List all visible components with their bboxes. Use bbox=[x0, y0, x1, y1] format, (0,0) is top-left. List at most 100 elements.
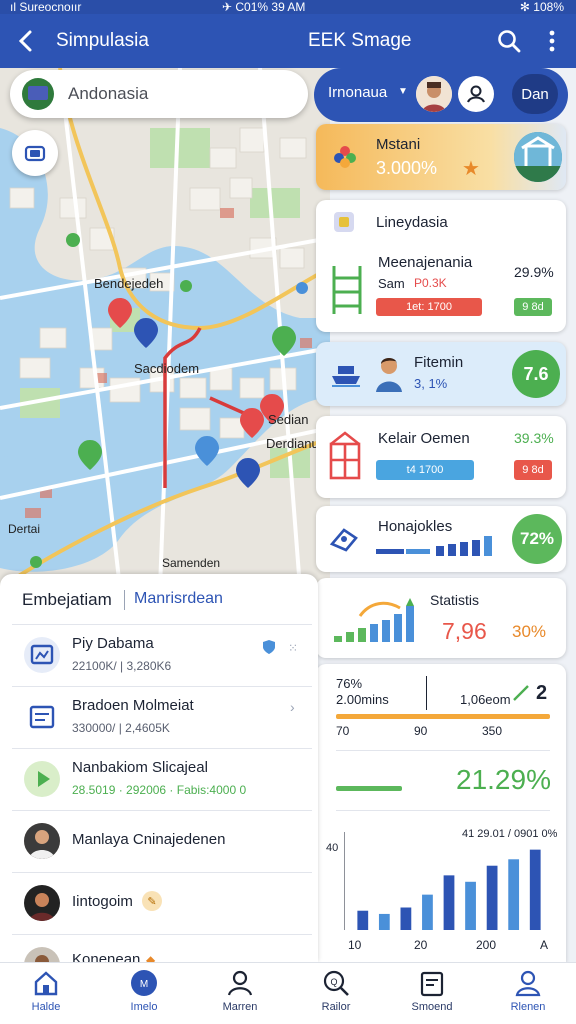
account-switcher[interactable]: Irnonaua ▼ Dan bbox=[314, 68, 568, 122]
status-chip: 9 8d bbox=[514, 460, 552, 480]
card-title: Mstani bbox=[376, 136, 421, 153]
tab-divider bbox=[124, 590, 125, 610]
avatar bbox=[374, 354, 404, 392]
statistics-card[interactable]: Statistis 7,96 30% bbox=[316, 578, 566, 658]
metric-mid: 1,06eom bbox=[460, 692, 511, 707]
chevron-right-icon[interactable]: › bbox=[290, 699, 295, 715]
list-item[interactable]: Manlaya Cninajedenen bbox=[12, 810, 312, 872]
facility-card[interactable]: Kelair Oemen 39.3% t4 1700 9 8d bbox=[316, 416, 566, 498]
metric-line: 2.00mins bbox=[336, 692, 389, 707]
list-item-sub: 28.5019 · 292006 · Fabis:4000 0 bbox=[72, 783, 247, 797]
app-title: Simpulasia bbox=[56, 30, 149, 51]
grid-icon[interactable]: ⁙ bbox=[288, 641, 298, 655]
svg-text:Q: Q bbox=[330, 977, 337, 987]
map-label: Dertai bbox=[8, 522, 41, 536]
status-bar: ıl Sureocnoıır ✈ C01% 39 AM ✻ 108% bbox=[0, 0, 576, 14]
metrics-card[interactable]: 76% 2.00mins 1,06eom 2 70 90 350 21.29% … bbox=[316, 664, 566, 962]
nav-label: Smoend bbox=[411, 1001, 453, 1013]
summary-card[interactable]: Mstani 3.000% ★ bbox=[316, 124, 566, 190]
nav-info[interactable]: M Imelo bbox=[106, 969, 182, 1013]
list-item[interactable]: Piy Dabama 22100K/ | 3,280K6 ⁙ bbox=[12, 624, 312, 686]
calendar-icon bbox=[420, 971, 444, 997]
x-tick-label: 200 bbox=[476, 938, 497, 952]
location-search[interactable]: Andonasia bbox=[10, 70, 308, 118]
sign-icon bbox=[328, 524, 360, 554]
app-bar: Simpulasia EEK Smage bbox=[0, 14, 576, 68]
progress-bars bbox=[376, 534, 500, 556]
nav-label: Marren bbox=[222, 1001, 258, 1013]
nav-calendar[interactable]: Smoend bbox=[394, 969, 470, 1013]
tab-embejatiam[interactable]: Embejatiam bbox=[22, 590, 112, 610]
status-left: ıl Sureocnoıır bbox=[10, 0, 82, 14]
nav-home[interactable]: Halde bbox=[8, 969, 84, 1013]
person-icon bbox=[227, 970, 253, 996]
nav-search[interactable]: Q Railor bbox=[298, 969, 374, 1013]
avatar bbox=[24, 823, 60, 859]
progress-card[interactable]: Honajokles 72% bbox=[316, 506, 566, 572]
metric-tick: 70 bbox=[336, 724, 350, 738]
page-title: EEK Smage bbox=[308, 30, 412, 51]
metric-tick: 350 bbox=[482, 724, 503, 738]
card-sub: 3, 1% bbox=[414, 376, 448, 391]
bar bbox=[357, 910, 369, 930]
chevron-down-icon[interactable]: ▼ bbox=[398, 86, 408, 97]
status-chip: t4 1700 bbox=[376, 460, 474, 480]
card-title: Honajokles bbox=[378, 518, 453, 535]
nav-label: Railor bbox=[321, 1001, 351, 1013]
stat-value: 7,96 bbox=[442, 618, 487, 644]
avatar bbox=[24, 885, 60, 921]
list-item[interactable]: Iintogoim ✎ bbox=[12, 872, 312, 934]
metric-bar bbox=[336, 714, 550, 719]
list-item[interactable]: Bradoen Molmeiat 330000/ | 2,4605K › bbox=[12, 686, 312, 748]
back-icon[interactable] bbox=[14, 26, 38, 56]
layers-button[interactable] bbox=[12, 130, 58, 176]
card-title: Meenajenania bbox=[378, 254, 473, 271]
tab-manrisrdean[interactable]: Manrisrdean bbox=[134, 590, 223, 608]
x-tick-label: A bbox=[540, 938, 549, 952]
mini-chart bbox=[330, 594, 424, 644]
green-progress bbox=[336, 786, 402, 791]
list-item-sub: 330000/ | 2,4605K bbox=[72, 721, 170, 735]
dataset-card[interactable]: Lineydasia Meenajenania Sam P0.3K 29.9% … bbox=[316, 200, 566, 332]
app-icon bbox=[24, 637, 60, 673]
bar bbox=[400, 907, 412, 930]
score-badge: 7.6 bbox=[512, 350, 560, 398]
trend-icon bbox=[512, 684, 530, 702]
map-label: Samenden bbox=[162, 556, 221, 570]
search-icon[interactable] bbox=[496, 28, 522, 54]
card-title: Kelair Oemen bbox=[378, 430, 470, 447]
list-item[interactable]: Konenean ◆ bbox=[12, 934, 312, 962]
account-name[interactable]: Irnonaua bbox=[328, 84, 387, 101]
y-axis-label: 40 bbox=[326, 842, 339, 854]
nav-profile[interactable]: Marren bbox=[202, 969, 278, 1013]
search-input[interactable]: Andonasia bbox=[68, 84, 148, 104]
done-button[interactable]: Dan bbox=[512, 74, 558, 114]
avatar[interactable] bbox=[416, 76, 452, 112]
metric-line: 76% bbox=[336, 676, 363, 691]
nav-label: Imelo bbox=[130, 1001, 158, 1013]
card-sub: Sam bbox=[378, 276, 405, 291]
list-item-name: Konenean bbox=[72, 951, 141, 962]
metric-divider bbox=[426, 676, 427, 710]
bar bbox=[465, 881, 476, 930]
account-icon bbox=[515, 970, 541, 997]
nav-account[interactable]: Rlenen bbox=[490, 969, 566, 1013]
list-item-sub: 22100K/ | 3,280K6 bbox=[72, 659, 172, 673]
status-chip: 1et: 1700 bbox=[376, 298, 482, 316]
list-item[interactable]: Nanbakiom Slicajeal 28.5019 · 292006 · F… bbox=[12, 748, 312, 810]
user-icon[interactable] bbox=[458, 76, 494, 112]
status-right: ✻ 108% bbox=[519, 0, 564, 14]
landmark-thumbnail bbox=[514, 132, 562, 182]
card-pct: 39.3% bbox=[514, 430, 554, 446]
score-badge: 72% bbox=[512, 514, 562, 564]
metric-tick: 90 bbox=[414, 724, 428, 738]
x-tick-label: 20 bbox=[414, 938, 428, 952]
more-options-icon[interactable] bbox=[544, 27, 560, 55]
building-icon bbox=[328, 430, 362, 482]
card-sub-value: P0.3K bbox=[414, 276, 447, 290]
map-label: Derdianu bbox=[266, 436, 319, 451]
list-item-name: Iintogoim bbox=[72, 893, 133, 910]
big-value: 21.29% bbox=[456, 764, 551, 795]
tag-icon: ◆ bbox=[146, 953, 156, 962]
profile-card[interactable]: Fitemin 3, 1% 7.6 bbox=[316, 342, 566, 406]
